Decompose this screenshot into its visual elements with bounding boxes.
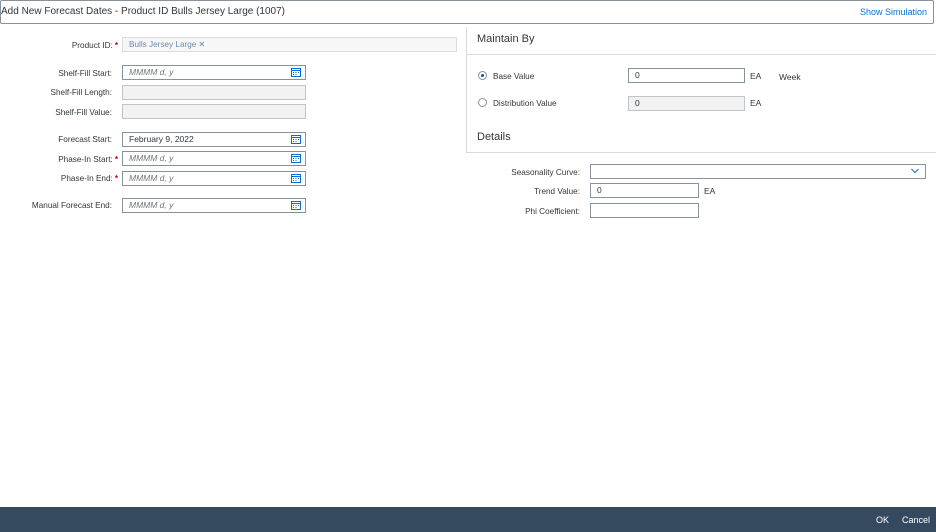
trend-value-unit: EA — [704, 186, 716, 196]
base-value-radio[interactable] — [478, 71, 487, 80]
shelf-fill-length-field — [122, 85, 306, 100]
phase-in-start-placeholder: MMMM d, y — [129, 153, 174, 163]
product-id-token: Bulls Jersey Large — [129, 40, 197, 49]
trend-value-label: Trend Value: — [534, 187, 580, 196]
shelf-fill-start-label: Shelf-Fill Start: — [58, 69, 112, 78]
dialog-header: Add New Forecast Dates - Product ID Bull… — [0, 0, 934, 24]
forecast-start-value: February 9, 2022 — [129, 134, 194, 144]
details-title: Details — [477, 131, 511, 143]
remove-token-icon[interactable]: ✕ — [198, 40, 205, 49]
base-value-input[interactable]: 0 — [628, 68, 745, 83]
phase-in-end-label: Phase-In End: * — [60, 174, 118, 183]
shelf-fill-value-label: Shelf-Fill Value: — [55, 108, 112, 117]
base-value-label: Base Value — [493, 72, 535, 81]
maintain-by-title: Maintain By — [477, 33, 535, 45]
calendar-icon[interactable] — [291, 135, 301, 144]
calendar-icon[interactable] — [291, 68, 301, 77]
shelf-fill-start-field[interactable]: MMMM d, y — [122, 65, 306, 80]
calendar-icon[interactable] — [291, 174, 301, 183]
forecast-start-label: Forecast Start: — [58, 135, 112, 144]
shelf-fill-start-placeholder: MMMM d, y — [129, 67, 174, 77]
seasonality-curve-label: Seasonality Curve: — [511, 168, 580, 177]
shelf-fill-value-field — [122, 104, 306, 119]
distribution-value-input: 0 — [628, 96, 745, 111]
ok-button[interactable]: OK — [876, 515, 889, 525]
distribution-value-radio[interactable] — [478, 98, 487, 107]
calendar-icon[interactable] — [291, 201, 301, 210]
dialog-title: Add New Forecast Dates - Product ID Bull… — [1, 6, 286, 17]
section-divider — [467, 54, 936, 55]
phase-in-end-placeholder: MMMM d, y — [129, 173, 174, 183]
phi-coefficient-label: Phi Coefficient: — [525, 207, 580, 216]
phi-coefficient-input[interactable] — [590, 203, 699, 218]
phase-in-start-label: Phase-In Start: * — [58, 155, 118, 164]
phase-in-end-field[interactable]: MMMM d, y — [122, 171, 306, 186]
seasonality-curve-select[interactable] — [590, 164, 926, 179]
phase-in-start-field[interactable]: MMMM d, y — [122, 151, 306, 166]
cancel-button[interactable]: Cancel — [902, 515, 930, 525]
calendar-icon[interactable] — [291, 154, 301, 163]
required-marker: * — [114, 41, 118, 50]
base-value-period: Week — [779, 72, 801, 82]
shelf-fill-length-label: Shelf-Fill Length: — [50, 88, 112, 97]
show-simulation-link[interactable]: Show Simulation — [860, 7, 927, 17]
dialog-footer: OK Cancel — [0, 507, 936, 532]
column-divider — [466, 27, 467, 153]
required-marker: * — [114, 155, 118, 164]
distribution-value-label: Distribution Value — [493, 99, 557, 108]
product-id-label: Product ID: * — [71, 41, 118, 50]
manual-forecast-end-label: Manual Forecast End: — [31, 201, 112, 210]
trend-value-input[interactable]: 0 — [590, 183, 699, 198]
distribution-value-unit: EA — [750, 98, 762, 108]
section-divider — [467, 152, 936, 153]
base-value-unit: EA — [750, 71, 762, 81]
manual-forecast-end-field[interactable]: MMMM d, y — [122, 198, 306, 213]
manual-forecast-end-placeholder: MMMM d, y — [129, 200, 174, 210]
forecast-start-field[interactable]: February 9, 2022 — [122, 132, 306, 147]
product-id-field[interactable]: Bulls Jersey Large ✕ — [122, 37, 457, 52]
chevron-down-icon — [911, 168, 919, 174]
required-marker: * — [114, 174, 118, 183]
